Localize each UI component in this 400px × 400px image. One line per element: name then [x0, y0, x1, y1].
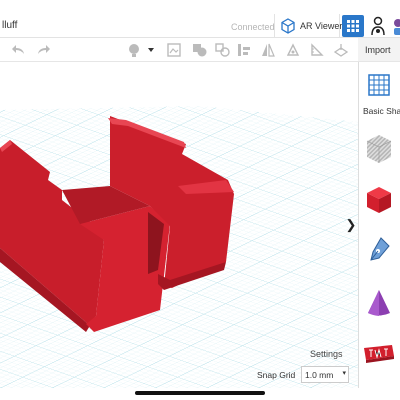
cruise-icon: [286, 43, 300, 56]
workplane-canvas[interactable]: [0, 62, 358, 388]
workplane-icon: [334, 44, 348, 57]
red-text-icon: [364, 345, 394, 363]
codeblocks-button[interactable]: [369, 15, 387, 37]
striped-cube-icon: [366, 135, 392, 163]
panel-collapse-chevron-icon[interactable]: ❯: [344, 214, 358, 236]
snap-grid-value: 1.0 mm: [305, 370, 334, 380]
avatar-icon: [394, 19, 400, 35]
image-note-icon: [167, 43, 181, 57]
connection-status: Connected: [231, 22, 275, 32]
settings-button[interactable]: Settings: [310, 349, 343, 359]
panel-item-box[interactable]: [358, 177, 400, 223]
caret-down-icon: [148, 48, 154, 52]
mirror-button[interactable]: [260, 42, 276, 58]
shape-category-label[interactable]: Basic Shap: [363, 106, 400, 116]
ungroup-button[interactable]: [214, 42, 230, 58]
ar-viewer-button[interactable]: AR Viewer: [280, 16, 342, 36]
grid-icon: [347, 20, 359, 32]
undo-icon: [12, 45, 24, 54]
person-gear-icon: [371, 16, 385, 36]
ar-viewer-label: AR Viewer: [300, 21, 343, 31]
group-button[interactable]: [191, 42, 207, 58]
undo-button[interactable]: [10, 42, 26, 58]
import-button[interactable]: Import: [358, 38, 400, 62]
ar-cube-icon: [281, 18, 295, 34]
group-icon: [192, 44, 206, 57]
light-dropdown[interactable]: [146, 42, 156, 58]
panel-item-text[interactable]: [358, 330, 400, 376]
divider: [274, 14, 275, 38]
cruise-button[interactable]: [285, 42, 301, 58]
align-icon: [238, 44, 250, 56]
ungroup-icon: [214, 43, 230, 57]
edit-toolbar: [0, 38, 358, 62]
snap-grid-select[interactable]: 1.0 mm ▾: [301, 366, 349, 383]
chevron-down-icon: ▾: [342, 370, 346, 377]
bulb-icon: [129, 43, 139, 57]
home-indicator[interactable]: [135, 391, 265, 395]
panel-item-scribble[interactable]: [358, 226, 400, 272]
light-button[interactable]: [126, 42, 142, 58]
grid-plane-icon: [368, 74, 390, 96]
panel-item-workplane[interactable]: [358, 62, 400, 108]
purple-cone-icon: [368, 290, 390, 316]
redo-button[interactable]: [36, 42, 52, 58]
redo-icon: [38, 45, 50, 54]
grid-view-button[interactable]: [342, 15, 364, 37]
panel-item-cone[interactable]: [358, 280, 400, 326]
mirror-icon: [262, 43, 275, 57]
top-bar: lluff Connected AR Viewer: [0, 0, 400, 38]
workplane-button[interactable]: [333, 42, 349, 58]
ruler-button[interactable]: [309, 42, 325, 58]
project-name[interactable]: lluff: [2, 20, 17, 32]
ruler-icon: [311, 43, 324, 56]
align-button[interactable]: [236, 42, 252, 58]
red-cube-icon: [367, 187, 391, 213]
panel-item-striped-box[interactable]: [358, 126, 400, 172]
divider: [339, 14, 340, 38]
pen-nib-icon: [370, 237, 390, 261]
user-avatar-button[interactable]: [390, 17, 400, 35]
shape-notes-button[interactable]: [166, 42, 182, 58]
snap-grid-label: Snap Grid: [257, 370, 296, 380]
